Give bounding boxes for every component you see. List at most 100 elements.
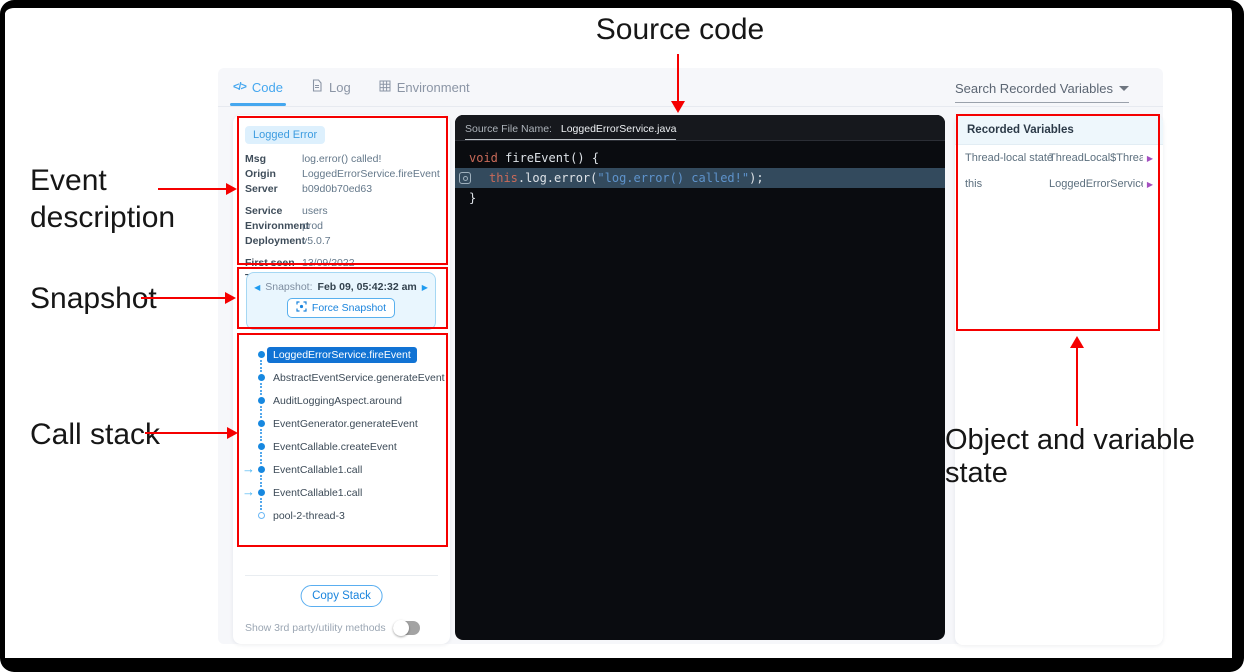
stack-frame-label: EventCallable1.call xyxy=(273,464,362,476)
event-field-row: Environmentprod xyxy=(245,219,446,234)
frame-marker-icon xyxy=(258,443,265,450)
event-field-label: Server xyxy=(245,182,302,197)
code-line: void fireEvent() { xyxy=(455,148,945,168)
call-stack-frame[interactable]: pool-2-thread-3 xyxy=(233,504,450,527)
code-text: this.log.error("log.error() called!"); xyxy=(489,171,764,185)
event-field-row: Deploymentv5.0.7 xyxy=(245,234,446,249)
frame-marker-icon xyxy=(258,420,265,427)
search-recorded-variables-select[interactable]: Search Recorded Variables xyxy=(955,81,1129,103)
event-field-value: 13/09/2022 xyxy=(302,256,355,271)
event-field-value: v5.0.7 xyxy=(302,234,331,249)
arrow-call-stack xyxy=(145,432,229,434)
thread-marker-icon xyxy=(258,512,265,519)
event-field-group: ServiceusersEnvironmentprodDeploymentv5.… xyxy=(245,204,446,249)
recorded-variables-list: Thread-local stateThreadLocal$ThreadL...… xyxy=(955,145,1163,197)
event-field-value: log.error() called! xyxy=(302,152,381,167)
force-snapshot-button[interactable]: Force Snapshot xyxy=(287,298,395,318)
event-field-label: Environment xyxy=(245,219,302,234)
tab-log-label: Log xyxy=(329,80,351,95)
search-select-label: Search Recorded Variables xyxy=(955,81,1113,96)
third-party-toggle-label: Show 3rd party/utility methods xyxy=(245,622,386,634)
event-field-value: b09d0b70ed63 xyxy=(302,182,372,197)
source-file-label: Source File Name: xyxy=(465,123,552,135)
event-field-label: Deployment xyxy=(245,234,302,249)
variable-name: Thread-local state xyxy=(965,152,1049,164)
expand-arrow-icon[interactable]: ▶ xyxy=(1147,180,1153,189)
event-field-label: Msg xyxy=(245,152,302,167)
stack-frame-label: EventGenerator.generateEvent xyxy=(273,418,418,430)
stack-jump-arrow-icon: → xyxy=(242,484,255,499)
code-line: this.log.error("log.error() called!"); xyxy=(455,168,945,188)
event-description-panel: Logged Error Msglog.error() called!Origi… xyxy=(233,115,450,644)
annotation-snapshot: Snapshot xyxy=(30,282,157,316)
log-icon xyxy=(311,79,323,95)
annotation-source-code: Source code xyxy=(560,13,800,47)
screenshot-frame: </> Code Log Environment Search Recorded… xyxy=(0,0,1244,672)
event-field-row: Serviceusers xyxy=(245,204,446,219)
stack-jump-arrow-icon: → xyxy=(242,461,255,476)
call-stack-frame[interactable]: EventGenerator.generateEvent xyxy=(233,412,450,435)
environment-grid-icon xyxy=(379,80,391,95)
tab-environment-label: Environment xyxy=(397,80,470,95)
expand-arrow-icon[interactable]: ▶ xyxy=(1147,154,1153,163)
frame-marker-icon xyxy=(258,351,265,358)
tab-code[interactable]: </> Code xyxy=(233,68,283,106)
event-field-group: Msglog.error() called!OriginLoggedErrorS… xyxy=(245,152,446,197)
prev-snapshot-icon[interactable]: ◀ xyxy=(254,283,260,292)
event-field-value: users xyxy=(302,204,328,219)
stack-frame-label: AbstractEventService.generateEvent xyxy=(273,372,445,384)
stack-frame-label: EventCallable.createEvent xyxy=(273,441,397,453)
tab-environment[interactable]: Environment xyxy=(379,68,470,106)
event-field-row: Msglog.error() called! xyxy=(245,152,446,167)
code-icon: </> xyxy=(233,81,246,93)
stack-frame-label: AuditLoggingAspect.around xyxy=(273,395,402,407)
call-stack-frame[interactable]: AbstractEventService.generateEvent xyxy=(233,366,450,389)
frame-marker-icon xyxy=(258,466,265,473)
next-snapshot-icon[interactable]: ▶ xyxy=(422,283,428,292)
call-stack-frame[interactable]: AuditLoggingAspect.around xyxy=(233,389,450,412)
third-party-toggle-row: Show 3rd party/utility methods xyxy=(245,621,420,635)
force-snapshot-label: Force Snapshot xyxy=(312,302,386,314)
frame-marker-icon xyxy=(258,374,265,381)
event-field-label: Origin xyxy=(245,167,302,182)
call-stack-frame[interactable]: → EventCallable1.call xyxy=(233,458,450,481)
toggle-knob xyxy=(393,620,409,636)
variable-value: LoggedErrorService xyxy=(1049,178,1143,190)
recorded-variables-panel: Recorded Variables Thread-local stateThr… xyxy=(955,115,1163,645)
source-file-name: LoggedErrorService.java xyxy=(561,123,677,135)
event-field-label: Service xyxy=(245,204,302,219)
call-stack-frame[interactable]: → EventCallable1.call xyxy=(233,481,450,504)
event-field-value: prod xyxy=(302,219,323,234)
snapshot-timestamp: Feb 09, 05:42:32 am xyxy=(318,281,417,293)
call-stack-frame[interactable]: EventCallable.createEvent xyxy=(233,435,450,458)
divider xyxy=(245,575,438,576)
code-line: } xyxy=(455,188,945,208)
code-header: Source File Name: LoggedErrorService.jav… xyxy=(455,115,945,141)
event-field-value: LoggedErrorService.fireEvent xyxy=(302,167,440,182)
arrow-snapshot xyxy=(141,297,227,299)
snapshot-camera-icon[interactable] xyxy=(459,172,471,184)
code-header-tab: Source File Name: LoggedErrorService.jav… xyxy=(465,123,676,140)
event-field-label: First seen xyxy=(245,256,302,271)
snapshot-nav: ◀ Snapshot: Feb 09, 05:42:32 am ▶ xyxy=(247,281,435,293)
event-field-row: First seen13/09/2022 xyxy=(245,256,446,271)
variable-row[interactable]: thisLoggedErrorService ▶ xyxy=(955,171,1163,197)
annotation-call-stack: Call stack xyxy=(30,418,160,452)
logged-error-badge: Logged Error xyxy=(245,126,325,144)
frame-marker-icon xyxy=(258,489,265,496)
tab-code-label: Code xyxy=(252,80,283,95)
annotation-event-description: Event description xyxy=(30,162,210,236)
third-party-toggle[interactable] xyxy=(393,621,420,635)
capture-icon xyxy=(296,301,307,315)
stack-frame-label: LoggedErrorService.fireEvent xyxy=(267,347,417,363)
recorded-variables-title: Recorded Variables xyxy=(955,115,1163,145)
stack-frame-label: EventCallable1.call xyxy=(273,487,362,499)
chevron-down-icon xyxy=(1119,86,1129,91)
copy-stack-button[interactable]: Copy Stack xyxy=(300,585,383,607)
variable-name: this xyxy=(965,178,1049,190)
call-stack-frame[interactable]: LoggedErrorService.fireEvent xyxy=(233,343,450,366)
variable-value: ThreadLocal$ThreadL... xyxy=(1049,152,1143,164)
tab-log[interactable]: Log xyxy=(311,68,351,106)
snapshot-label: Snapshot: xyxy=(265,281,312,293)
variable-row[interactable]: Thread-local stateThreadLocal$ThreadL...… xyxy=(955,145,1163,171)
